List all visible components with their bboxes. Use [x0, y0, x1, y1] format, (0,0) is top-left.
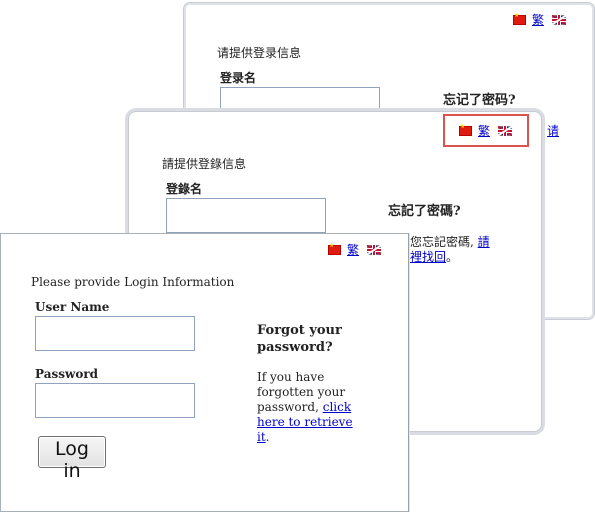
- login-prompt: 請提供登錄信息: [162, 157, 247, 171]
- username-input[interactable]: [35, 316, 195, 351]
- login-prompt: Please provide Login Information: [31, 275, 235, 289]
- language-highlight-box: [443, 114, 529, 147]
- language-switcher-english: 繁: [328, 241, 382, 258]
- period: .: [265, 430, 270, 444]
- retrieve-password-link[interactable]: click: [323, 400, 351, 414]
- retrieve-password-link[interactable]: 请: [547, 124, 559, 139]
- username-input[interactable]: [220, 87, 380, 113]
- language-switcher-simplified: 繁: [513, 11, 567, 28]
- retrieve-password-link[interactable]: here to retrieve: [257, 415, 353, 429]
- forgot-password-text: 果您忘記密碼, 請 這裡找回。: [398, 235, 490, 265]
- forgot-text-line-3: password,: [257, 400, 319, 414]
- uk-flag-icon[interactable]: [552, 14, 567, 25]
- username-label: User Name: [35, 300, 110, 314]
- retrieve-password-link[interactable]: it: [257, 430, 266, 444]
- forgot-password-title: 忘记了密码?: [443, 93, 516, 108]
- forgot-text: 果您忘記密碼,: [398, 235, 474, 249]
- username-input[interactable]: [166, 198, 326, 233]
- username-label: 登錄名: [166, 182, 203, 196]
- password-input[interactable]: [35, 383, 195, 418]
- forgot-title-line-1: Forgot your: [257, 323, 342, 338]
- china-flag-icon[interactable]: [328, 242, 341, 255]
- forgot-text-line-1: If you have: [257, 370, 325, 384]
- forgot-password-title: Forgot your password?: [257, 322, 342, 356]
- retrieve-password-link[interactable]: 請: [478, 235, 490, 249]
- traditional-chinese-link[interactable]: 繁: [532, 11, 544, 28]
- login-button[interactable]: Log in: [38, 436, 106, 482]
- forgot-title-line-2: password?: [257, 340, 333, 355]
- period: 。: [446, 250, 459, 264]
- china-flag-icon[interactable]: [513, 12, 526, 25]
- uk-flag-icon[interactable]: [367, 244, 382, 255]
- traditional-chinese-link[interactable]: 繁: [347, 241, 359, 258]
- username-label: 登录名: [220, 71, 257, 85]
- password-label: Password: [35, 367, 99, 381]
- login-prompt: 请提供登录信息: [217, 46, 302, 60]
- forgot-password-title: 忘記了密碼?: [388, 204, 461, 219]
- forgot-password-text: If you have forgotten your password, cli…: [257, 370, 353, 445]
- forgot-text-line-2: forgotten your: [257, 385, 346, 399]
